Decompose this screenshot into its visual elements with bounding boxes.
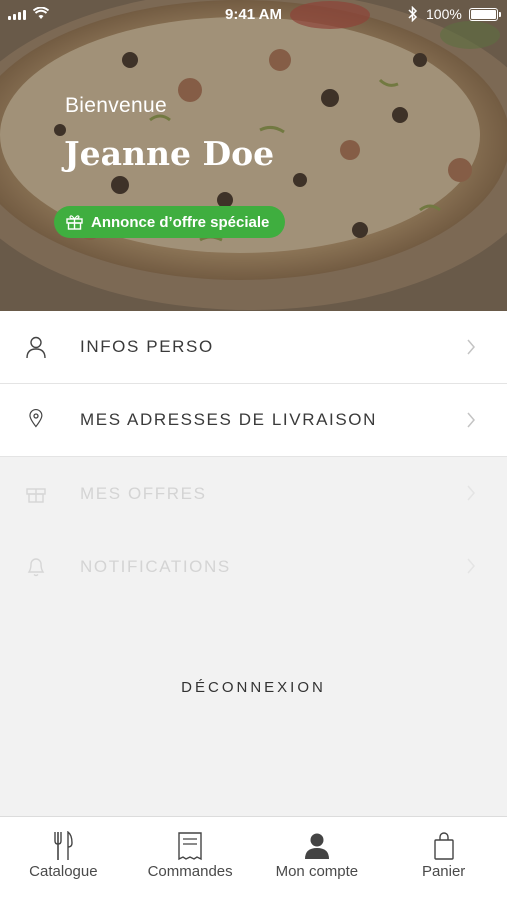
menu-item-mes-offres: MES OFFRES xyxy=(0,457,507,530)
tab-commandes[interactable]: Commandes xyxy=(127,817,254,900)
user-icon xyxy=(26,336,46,359)
account-menu: INFOS PERSO MES ADRESSES DE LIVRAISON ME… xyxy=(0,311,507,603)
menu-item-mes-adresses[interactable]: MES ADRESSES DE LIVRAISON xyxy=(0,384,507,457)
menu-item-label: MES OFFRES xyxy=(80,483,207,503)
menu-item-notifications: NOTIFICATIONS xyxy=(0,530,507,603)
tab-catalogue[interactable]: Catalogue xyxy=(0,817,127,900)
tab-label: Panier xyxy=(421,863,466,880)
battery-percentage: 100% xyxy=(426,6,462,22)
chevron-right-icon xyxy=(467,485,475,501)
gift-icon xyxy=(66,215,83,230)
tab-mon-compte[interactable]: Mon compte xyxy=(254,817,381,900)
tab-label: Mon compte xyxy=(275,863,359,880)
special-offer-button[interactable]: Annonce d’offre spéciale xyxy=(54,206,286,238)
chevron-right-icon xyxy=(467,339,475,355)
bottom-tab-bar: Catalogue Commandes Mon compte Panier xyxy=(0,816,507,900)
bag-icon xyxy=(433,832,454,860)
chevron-right-icon xyxy=(467,412,475,428)
battery-icon xyxy=(469,8,501,21)
menu-item-label: MES ADRESSES DE LIVRAISON xyxy=(80,410,377,429)
welcome-text: Bienvenue xyxy=(65,94,167,117)
location-pin-icon xyxy=(29,408,43,428)
special-offer-label: Annonce d’offre spéciale xyxy=(91,213,270,231)
fork-knife-icon xyxy=(54,831,74,860)
menu-item-label: INFOS PERSO xyxy=(80,337,214,356)
user-filled-icon xyxy=(304,833,329,859)
logout-button[interactable]: DÉCONNEXION xyxy=(0,679,507,696)
tab-panier[interactable]: Panier xyxy=(380,817,507,900)
user-name: Jeanne Doe xyxy=(64,134,275,173)
menu-item-infos-perso[interactable]: INFOS PERSO xyxy=(0,311,507,384)
chevron-right-icon xyxy=(467,558,475,574)
receipt-icon xyxy=(178,832,202,861)
bluetooth-icon xyxy=(408,6,418,22)
status-bar: 9:41 AM 100% xyxy=(0,0,507,30)
gift-icon xyxy=(26,488,46,503)
hero-banner: 9:41 AM 100% Bienvenue Jeanne Doe Annonc… xyxy=(0,0,507,311)
bell-icon xyxy=(27,558,45,577)
tab-label: Commandes xyxy=(147,863,233,880)
menu-item-label: NOTIFICATIONS xyxy=(80,556,231,576)
tab-label: Catalogue xyxy=(29,863,98,880)
